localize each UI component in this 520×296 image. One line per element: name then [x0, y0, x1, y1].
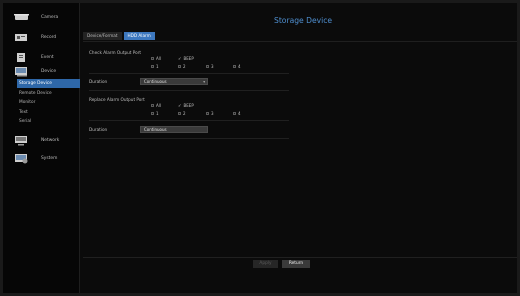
sidebar-subitem-label: Storage Device [19, 81, 52, 86]
replace-alarm-option-beep[interactable]: ✓ BEEP [178, 103, 194, 108]
replace-alarm-duration-select[interactable]: Continuous [140, 126, 208, 133]
check-alarm-option-4[interactable]: 4 [233, 64, 241, 69]
sidebar-item-label: Network [41, 138, 60, 143]
check-alarm-option-all[interactable]: All [151, 56, 161, 61]
tab-device-format[interactable]: Device/Format [83, 32, 122, 40]
checkbox-icon [206, 112, 209, 115]
chevron-down-icon: ▾ [203, 80, 205, 84]
checkbox-icon [151, 112, 154, 115]
sidebar-subitem-label: Remote Device [19, 91, 52, 96]
sidebar-subitem-label: Text [19, 110, 28, 115]
sidebar-item-camera[interactable]: Camera [3, 9, 80, 26]
replace-alarm-duration-label: Duration [89, 127, 108, 132]
sidebar-item-record[interactable]: Record [3, 29, 80, 46]
sidebar-item-label: Event [41, 55, 54, 60]
sidebar: Camera Record Event Device Storage Devic… [3, 3, 80, 293]
record-icon [15, 34, 27, 41]
check-alarm-duration-select[interactable]: Continuous ▾ [140, 78, 208, 85]
checkmark-icon: ✓ [178, 55, 182, 61]
sidebar-item-label: Record [41, 35, 57, 40]
sidebar-subitem-storage-device[interactable]: Storage Device [17, 79, 80, 88]
check-alarm-duration-label: Duration [89, 79, 108, 84]
sidebar-subitem-monitor[interactable]: Monitor [3, 98, 80, 107]
sidebar-subitem-text[interactable]: Text [3, 108, 80, 117]
sidebar-subitem-remote-device[interactable]: Remote Device [3, 89, 80, 98]
footer-divider [83, 257, 517, 258]
sidebar-item-label: Device [41, 69, 57, 74]
section-divider [89, 90, 289, 91]
system-icon [15, 154, 28, 164]
check-alarm-output-port-label: Check Alarm Output Port [89, 50, 142, 55]
check-alarm-option-beep[interactable]: ✓ BEEP [178, 56, 194, 61]
sidebar-item-label: System [41, 156, 58, 161]
network-icon [15, 136, 27, 146]
tab-divider [83, 41, 517, 42]
sidebar-subitem-label: Serial [19, 119, 32, 124]
sidebar-item-label: Camera [41, 15, 59, 20]
sidebar-subitem-label: Monitor [19, 100, 36, 105]
checkbox-icon [151, 104, 154, 107]
check-alarm-option-2[interactable]: 2 [178, 64, 186, 69]
replace-alarm-option-4[interactable]: 4 [233, 111, 241, 116]
camera-icon [14, 14, 29, 20]
replace-alarm-output-port-label: Replace Alarm Output Port [89, 97, 145, 102]
replace-alarm-option-1[interactable]: 1 [151, 111, 159, 116]
check-alarm-option-1[interactable]: 1 [151, 64, 159, 69]
apply-button[interactable]: Apply [253, 260, 278, 268]
replace-alarm-option-3[interactable]: 3 [206, 111, 214, 116]
checkmark-icon: ✓ [178, 102, 182, 108]
sidebar-subitem-serial[interactable]: Serial [3, 117, 80, 126]
tab-bar: Device/Format HDD Alarm [83, 32, 155, 40]
checkbox-icon [178, 65, 181, 68]
app-window: Camera Record Event Device Storage Devic… [3, 3, 517, 293]
checkbox-icon [233, 112, 236, 115]
sidebar-item-system[interactable]: System [3, 150, 80, 167]
check-alarm-option-3[interactable]: 3 [206, 64, 214, 69]
replace-alarm-option-2[interactable]: 2 [178, 111, 186, 116]
device-icon [15, 67, 27, 77]
page-title: Storage Device [274, 16, 333, 25]
sidebar-item-device[interactable]: Device [3, 63, 80, 80]
checkbox-icon [178, 112, 181, 115]
section-divider [89, 138, 289, 139]
event-icon [17, 53, 25, 62]
checkbox-icon [151, 65, 154, 68]
tab-hdd-alarm[interactable]: HDD Alarm [123, 32, 155, 40]
section-divider [89, 120, 289, 121]
sidebar-item-network[interactable]: Network [3, 132, 80, 149]
section-divider [89, 73, 289, 74]
checkbox-icon [206, 65, 209, 68]
return-button[interactable]: Return [282, 260, 310, 268]
checkbox-icon [151, 57, 154, 60]
checkbox-icon [233, 65, 236, 68]
replace-alarm-option-all[interactable]: All [151, 103, 161, 108]
